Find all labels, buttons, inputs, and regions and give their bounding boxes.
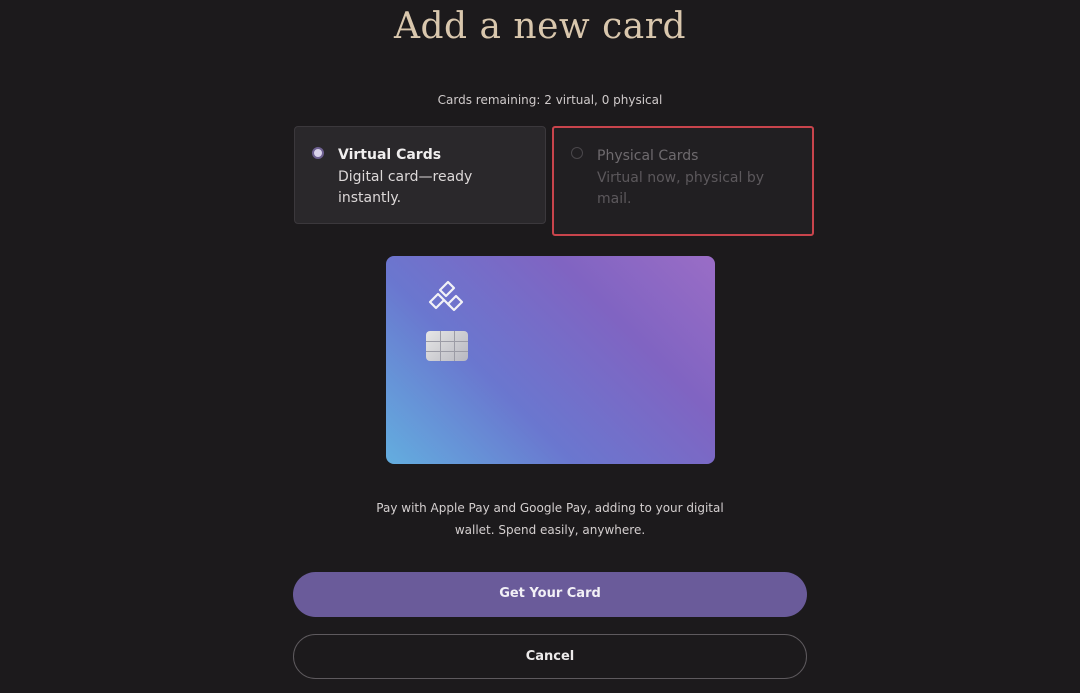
card-description: Pay with Apple Pay and Google Pay, addin… [340, 497, 760, 541]
virtual-cards-option[interactable]: Virtual Cards Digital card—ready instant… [294, 126, 546, 224]
card-preview [386, 256, 715, 464]
card-brand-logo-icon [428, 280, 464, 312]
physical-cards-title: Physical Cards [597, 148, 699, 164]
page-title: Add a new card [393, 6, 687, 47]
cards-remaining-text: Cards remaining: 2 virtual, 0 physical [437, 93, 663, 107]
cancel-button[interactable]: Cancel [293, 634, 807, 679]
physical-cards-radio[interactable] [571, 147, 583, 159]
physical-cards-description: Virtual now, physical by mail. [597, 170, 765, 207]
card-description-line-2: wallet. Spend easily, anywhere. [454, 523, 646, 537]
card-description-line-1: Pay with Apple Pay and Google Pay, addin… [376, 501, 724, 515]
virtual-cards-title: Virtual Cards [338, 147, 442, 163]
virtual-cards-description: Digital card—ready instantly. [338, 169, 473, 206]
virtual-cards-radio[interactable] [312, 147, 324, 159]
physical-cards-option[interactable]: Physical Cards Virtual now, physical by … [552, 126, 814, 236]
get-your-card-button[interactable]: Get Your Card [293, 572, 807, 617]
card-chip-icon [426, 331, 468, 361]
